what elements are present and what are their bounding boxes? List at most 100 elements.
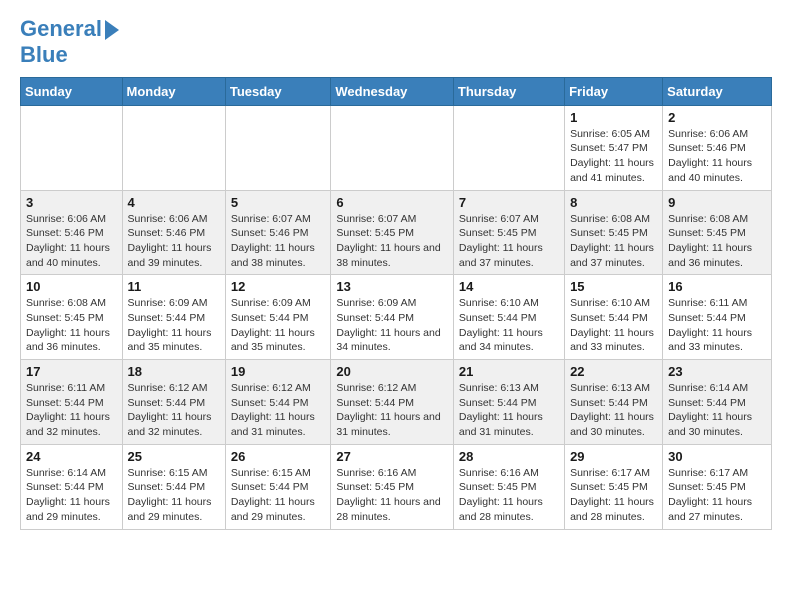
header-row: SundayMondayTuesdayWednesdayThursdayFrid…	[21, 77, 772, 105]
day-detail: Sunrise: 6:10 AM Sunset: 5:44 PM Dayligh…	[570, 296, 657, 355]
day-cell: 21 Sunrise: 6:13 AM Sunset: 5:44 PM Dayli…	[453, 360, 564, 445]
day-detail: Sunrise: 6:12 AM Sunset: 5:44 PM Dayligh…	[336, 381, 448, 440]
day-detail: Sunrise: 6:08 AM Sunset: 5:45 PM Dayligh…	[570, 212, 657, 271]
day-cell: 26 Sunrise: 6:15 AM Sunset: 5:44 PM Dayli…	[225, 444, 331, 529]
day-cell: 19 Sunrise: 6:12 AM Sunset: 5:44 PM Dayli…	[225, 360, 331, 445]
day-cell: 22Sunrise: 6:13 AM Sunset: 5:44 PM Dayli…	[565, 360, 663, 445]
day-cell: 16 Sunrise: 6:11 AM Sunset: 5:44 PM Dayli…	[663, 275, 772, 360]
day-cell: 27 Sunrise: 6:16 AM Sunset: 5:45 PM Dayli…	[331, 444, 454, 529]
logo-text: General Blue	[20, 16, 119, 69]
week-row-3: 17 Sunrise: 6:11 AM Sunset: 5:44 PM Dayli…	[21, 360, 772, 445]
day-detail: Sunrise: 6:11 AM Sunset: 5:44 PM Dayligh…	[668, 296, 766, 355]
day-number: 18	[128, 364, 220, 379]
day-detail: Sunrise: 6:10 AM Sunset: 5:44 PM Dayligh…	[459, 296, 559, 355]
header-day-wednesday: Wednesday	[331, 77, 454, 105]
day-detail: Sunrise: 6:14 AM Sunset: 5:44 PM Dayligh…	[26, 466, 117, 525]
day-cell: 15 Sunrise: 6:10 AM Sunset: 5:44 PM Dayli…	[565, 275, 663, 360]
day-cell: 23 Sunrise: 6:14 AM Sunset: 5:44 PM Dayli…	[663, 360, 772, 445]
header-day-saturday: Saturday	[663, 77, 772, 105]
day-number: 28	[459, 449, 559, 464]
page-container: General Blue SundayMondayTuesdayWednesda…	[0, 0, 792, 550]
day-number: 3	[26, 195, 117, 210]
day-number: 20	[336, 364, 448, 379]
day-cell: 11 Sunrise: 6:09 AM Sunset: 5:44 PM Dayli…	[122, 275, 225, 360]
day-cell: 1 Sunrise: 6:05 AM Sunset: 5:47 PM Daylig…	[565, 105, 663, 190]
day-detail: Sunrise: 6:08 AM Sunset: 5:45 PM Dayligh…	[668, 212, 766, 271]
day-cell	[331, 105, 454, 190]
day-detail: Sunrise: 6:12 AM Sunset: 5:44 PM Dayligh…	[128, 381, 220, 440]
day-cell: 18 Sunrise: 6:12 AM Sunset: 5:44 PM Dayli…	[122, 360, 225, 445]
day-number: 4	[128, 195, 220, 210]
day-detail: Sunrise: 6:08 AM Sunset: 5:45 PM Dayligh…	[26, 296, 117, 355]
day-detail: Sunrise: 6:13 AM Sunset: 5:44 PM Dayligh…	[459, 381, 559, 440]
day-cell: 5Sunrise: 6:07 AM Sunset: 5:46 PM Daylig…	[225, 190, 331, 275]
day-cell	[453, 105, 564, 190]
day-detail: Sunrise: 6:17 AM Sunset: 5:45 PM Dayligh…	[668, 466, 766, 525]
day-number: 21	[459, 364, 559, 379]
day-cell: 8 Sunrise: 6:08 AM Sunset: 5:45 PM Daylig…	[565, 190, 663, 275]
day-detail: Sunrise: 6:16 AM Sunset: 5:45 PM Dayligh…	[336, 466, 448, 525]
day-cell: 4 Sunrise: 6:06 AM Sunset: 5:46 PM Daylig…	[122, 190, 225, 275]
day-number: 29	[570, 449, 657, 464]
day-cell: 25 Sunrise: 6:15 AM Sunset: 5:44 PM Dayli…	[122, 444, 225, 529]
calendar-table: SundayMondayTuesdayWednesdayThursdayFrid…	[20, 77, 772, 530]
header-day-monday: Monday	[122, 77, 225, 105]
header-day-thursday: Thursday	[453, 77, 564, 105]
day-number: 16	[668, 279, 766, 294]
day-detail: Sunrise: 6:07 AM Sunset: 5:45 PM Dayligh…	[459, 212, 559, 271]
day-detail: Sunrise: 6:14 AM Sunset: 5:44 PM Dayligh…	[668, 381, 766, 440]
day-cell	[122, 105, 225, 190]
day-cell: 3Sunrise: 6:06 AM Sunset: 5:46 PM Daylig…	[21, 190, 123, 275]
day-detail: Sunrise: 6:06 AM Sunset: 5:46 PM Dayligh…	[128, 212, 220, 271]
day-number: 24	[26, 449, 117, 464]
day-cell: 14 Sunrise: 6:10 AM Sunset: 5:44 PM Dayli…	[453, 275, 564, 360]
header: General Blue	[20, 16, 772, 69]
day-detail: Sunrise: 6:09 AM Sunset: 5:44 PM Dayligh…	[231, 296, 326, 355]
day-number: 9	[668, 195, 766, 210]
day-detail: Sunrise: 6:15 AM Sunset: 5:44 PM Dayligh…	[128, 466, 220, 525]
week-row-0: 1 Sunrise: 6:05 AM Sunset: 5:47 PM Daylig…	[21, 105, 772, 190]
day-cell: 9 Sunrise: 6:08 AM Sunset: 5:45 PM Daylig…	[663, 190, 772, 275]
day-number: 8	[570, 195, 657, 210]
day-cell: 17 Sunrise: 6:11 AM Sunset: 5:44 PM Dayli…	[21, 360, 123, 445]
day-number: 11	[128, 279, 220, 294]
day-number: 27	[336, 449, 448, 464]
day-number: 26	[231, 449, 326, 464]
day-detail: Sunrise: 6:11 AM Sunset: 5:44 PM Dayligh…	[26, 381, 117, 440]
day-detail: Sunrise: 6:12 AM Sunset: 5:44 PM Dayligh…	[231, 381, 326, 440]
day-detail: Sunrise: 6:05 AM Sunset: 5:47 PM Dayligh…	[570, 127, 657, 186]
day-number: 10	[26, 279, 117, 294]
logo: General Blue	[20, 16, 119, 69]
header-day-tuesday: Tuesday	[225, 77, 331, 105]
day-number: 25	[128, 449, 220, 464]
day-cell: 12 Sunrise: 6:09 AM Sunset: 5:44 PM Dayli…	[225, 275, 331, 360]
day-detail: Sunrise: 6:17 AM Sunset: 5:45 PM Dayligh…	[570, 466, 657, 525]
day-detail: Sunrise: 6:13 AM Sunset: 5:44 PM Dayligh…	[570, 381, 657, 440]
day-cell: 7 Sunrise: 6:07 AM Sunset: 5:45 PM Daylig…	[453, 190, 564, 275]
day-number: 30	[668, 449, 766, 464]
day-cell: 24 Sunrise: 6:14 AM Sunset: 5:44 PM Dayli…	[21, 444, 123, 529]
day-cell: 30 Sunrise: 6:17 AM Sunset: 5:45 PM Dayli…	[663, 444, 772, 529]
day-detail: Sunrise: 6:07 AM Sunset: 5:45 PM Dayligh…	[336, 212, 448, 271]
day-cell: 13Sunrise: 6:09 AM Sunset: 5:44 PM Dayli…	[331, 275, 454, 360]
day-detail: Sunrise: 6:09 AM Sunset: 5:44 PM Dayligh…	[336, 296, 448, 355]
day-number: 23	[668, 364, 766, 379]
day-detail: Sunrise: 6:09 AM Sunset: 5:44 PM Dayligh…	[128, 296, 220, 355]
day-cell: 29 Sunrise: 6:17 AM Sunset: 5:45 PM Dayli…	[565, 444, 663, 529]
day-number: 6	[336, 195, 448, 210]
day-number: 1	[570, 110, 657, 125]
header-day-sunday: Sunday	[21, 77, 123, 105]
day-number: 12	[231, 279, 326, 294]
day-number: 19	[231, 364, 326, 379]
day-number: 14	[459, 279, 559, 294]
day-cell: 6 Sunrise: 6:07 AM Sunset: 5:45 PM Daylig…	[331, 190, 454, 275]
day-number: 17	[26, 364, 117, 379]
day-cell: 10 Sunrise: 6:08 AM Sunset: 5:45 PM Dayli…	[21, 275, 123, 360]
day-detail: Sunrise: 6:06 AM Sunset: 5:46 PM Dayligh…	[668, 127, 766, 186]
week-row-2: 10 Sunrise: 6:08 AM Sunset: 5:45 PM Dayli…	[21, 275, 772, 360]
day-detail: Sunrise: 6:15 AM Sunset: 5:44 PM Dayligh…	[231, 466, 326, 525]
day-number: 7	[459, 195, 559, 210]
day-number: 15	[570, 279, 657, 294]
day-detail: Sunrise: 6:07 AM Sunset: 5:46 PM Dayligh…	[231, 212, 326, 271]
day-detail: Sunrise: 6:16 AM Sunset: 5:45 PM Dayligh…	[459, 466, 559, 525]
